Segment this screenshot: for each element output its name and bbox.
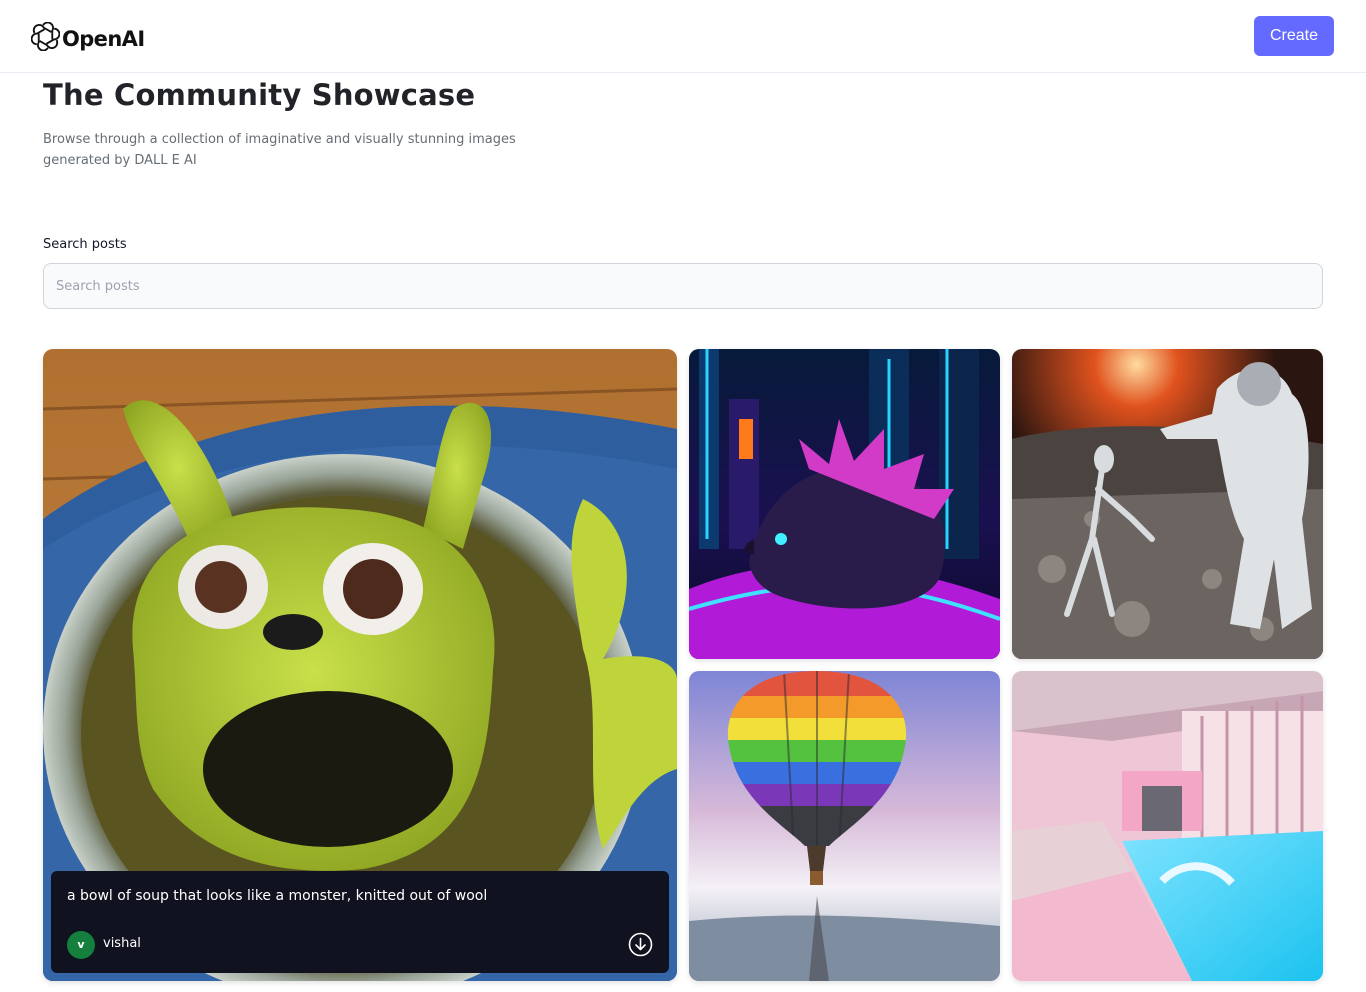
post-image-pool [1012,671,1323,981]
openai-logo[interactable]: OpenAI [30,21,145,55]
gallery-card[interactable] [1012,671,1323,981]
post-image-balloon [689,671,1000,981]
download-icon[interactable] [628,932,653,957]
search-label: Search posts [43,237,127,252]
gallery-card[interactable] [689,671,1000,981]
brand-name: OpenAI [62,26,145,51]
gallery-card[interactable] [1012,349,1323,659]
post-image-astronaut [1012,349,1323,659]
page-title: The Community Showcase [43,78,476,112]
create-button[interactable]: Create [1254,16,1334,56]
openai-logo-icon [30,21,61,55]
post-prompt: a bowl of soup that looks like a monster… [67,888,488,904]
top-nav: OpenAI Create [0,0,1366,73]
gallery-card-featured[interactable]: a bowl of soup that looks like a monster… [43,349,677,981]
post-caption: a bowl of soup that looks like a monster… [51,871,669,973]
post-author: vishal [103,936,141,951]
page-subtitle: Browse through a collection of imaginati… [43,132,516,168]
post-image-hedgehog [689,349,1000,659]
search-input[interactable] [43,263,1323,309]
gallery-card[interactable] [689,349,1000,659]
avatar: v [67,931,95,959]
